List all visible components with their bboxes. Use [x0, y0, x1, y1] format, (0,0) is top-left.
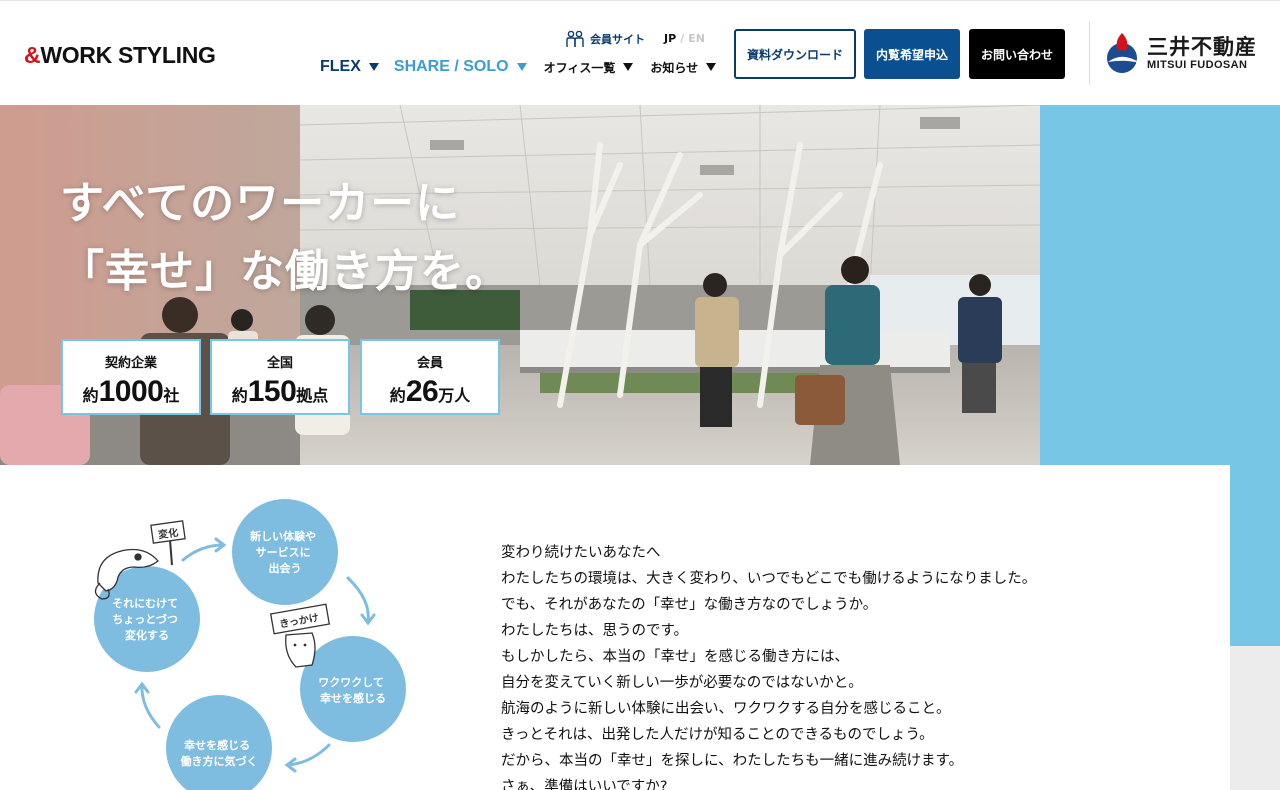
stat-suffix: 万人 [438, 386, 471, 405]
cycle-step4-line1: それにむけて [112, 597, 178, 610]
nav-news[interactable]: お知らせ [650, 59, 717, 76]
concept-line: 航海のように新しい体験に出会い、ワクワクする自分を感じること。 [501, 701, 951, 717]
cycle-step1-line2: サービスに [256, 545, 311, 559]
stat-value: 約1000社 [63, 375, 199, 409]
nav-flex-label: FLEX [320, 58, 361, 75]
stat-prefix: 約 [389, 386, 406, 405]
stat-number: 150 [247, 375, 297, 408]
stat-card-members: 会員 約26万人 [360, 339, 500, 415]
stat-value: 約26万人 [362, 375, 498, 409]
members-icon [566, 30, 584, 47]
hero-headline: すべてのワーカーに 「幸せ」な働き方を。 [60, 170, 510, 306]
cycle-circle-step2 [300, 636, 406, 742]
stat-card-locations: 全国 約150拠点 [210, 339, 350, 415]
caret-down-icon [706, 63, 717, 71]
main-nav: FLEX SHARE / SOLO オフィス一覧 お知らせ [320, 56, 717, 78]
header-divider [1089, 21, 1090, 85]
mitsui-fudosan-logo[interactable]: 三井不動産 MITSUI FUDOSAN [1104, 29, 1258, 77]
cycle-step2-line1: ワクワクして [318, 676, 384, 689]
concept-line: さぁ、準備はいいですか? [501, 779, 668, 790]
caret-down-icon [623, 63, 634, 71]
stat-prefix: 約 [231, 386, 248, 405]
hero-headline-line2: 「幸せ」な働き方を。 [60, 246, 510, 297]
nav-share-solo[interactable]: SHARE / SOLO [394, 58, 527, 76]
stat-suffix: 社 [163, 386, 180, 405]
mitsui-mark-icon [1107, 33, 1140, 73]
nav-news-label: お知らせ [650, 60, 699, 75]
contact-button[interactable]: お問い合わせ [969, 29, 1065, 79]
stat-number: 1000 [98, 375, 164, 408]
cycle-step4-line3: 変化する [125, 628, 169, 642]
member-site-link[interactable]: 会員サイト [565, 30, 645, 48]
concept-line: でも、それがあなたの「幸せ」な働き方なのでしょうか。 [501, 597, 878, 613]
cycle-step2-line2: 幸せを感じる [320, 691, 386, 705]
stat-value: 約150拠点 [212, 375, 348, 409]
cycle-step3-line2: 働き方に気づく [180, 754, 258, 768]
stat-number: 26 [405, 375, 439, 408]
logo-ampersand: & [24, 42, 41, 68]
cycle-step1-line1: 新しい体験や [250, 529, 316, 543]
concept-line: 自分を変えていく新しい一歩が必要なのではないかと。 [501, 675, 863, 691]
concept-line: わたしたちは、思うのです。 [501, 623, 689, 639]
stat-label: 契約企業 [104, 356, 157, 371]
cycle-step4-line2: ちょっとづつ [112, 612, 178, 626]
and-work-styling-logo[interactable]: &WORK STYLING [24, 42, 216, 69]
nav-share-solo-label: SHARE / SOLO [393, 58, 509, 75]
happiness-cycle-diagram: 変化 きっかけ 新しい体験や サービスに 出会う ワクワクして 幸せを感じる 幸… [94, 499, 406, 790]
concept-line: だから、本当の「幸せ」を探しに、わたしたちも一緒に進み続けます。 [501, 753, 964, 769]
nav-flex[interactable]: FLEX [320, 58, 379, 76]
stat-prefix: 約 [82, 386, 99, 405]
language-switcher: JP / EN [664, 32, 705, 45]
stat-suffix: 拠点 [296, 386, 329, 405]
caret-down-icon [516, 63, 527, 71]
concept-line: もしかしたら、本当の「幸せ」を感じる働き方には、 [501, 649, 849, 665]
stat-label: 会員 [416, 356, 443, 371]
cycle-step3-line1: 幸せを感じる [184, 738, 250, 752]
concept-line: わたしたちの環境は、大きく変わり、いつでもどこでも働けるようになりました。 [501, 571, 1037, 587]
concept-message: 変わり続けたいあなたへ わたしたちの環境は、大きく変わり、いつでもどこでも働ける… [501, 540, 1036, 790]
lang-jp[interactable]: JP [664, 32, 676, 45]
lang-en[interactable]: EN [688, 32, 705, 45]
lang-separator: / [680, 32, 685, 45]
caret-down-icon [368, 63, 379, 71]
stat-card-companies: 契約企業 約1000社 [61, 339, 201, 415]
cycle-step1-line3: 出会う [269, 561, 302, 575]
site-header: &WORK STYLING 会員サイト JP / EN FLEX SHARE / S… [0, 0, 1280, 105]
download-materials-button[interactable]: 資料ダウンロード [734, 29, 856, 79]
logo-text: WORK STYLING [40, 42, 216, 68]
concept-line: きっとそれは、出発した人だけが知ることのできるものでしょう。 [501, 727, 934, 743]
member-site-label: 会員サイト [590, 33, 645, 46]
concept-line: 変わり続けたいあなたへ [501, 545, 661, 561]
mitsui-name-jp: 三井不動産 [1147, 35, 1257, 59]
stat-label: 全国 [266, 356, 293, 371]
mitsui-name-en: MITSUI FUDOSAN [1147, 59, 1248, 71]
decorative-gray-band [1230, 646, 1280, 790]
nav-office-list-label: オフィス一覧 [543, 60, 616, 75]
hero-headline-line1: すべてのワーカーに [60, 178, 461, 229]
viewing-request-button[interactable]: 内覧希望申込 [864, 29, 960, 79]
nav-office-list[interactable]: オフィス一覧 [544, 59, 634, 76]
